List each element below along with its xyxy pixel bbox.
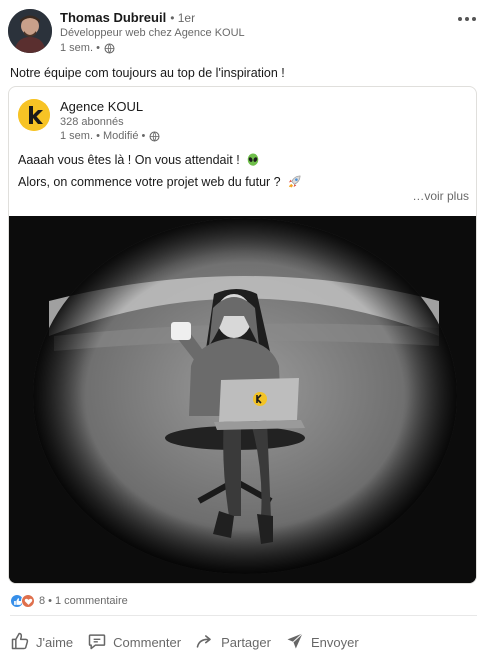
shared-text-line1: Aaaah vous êtes là ! On vous attendait ! — [18, 153, 240, 167]
alien-emoji-icon — [246, 153, 260, 173]
thumbs-up-icon — [10, 631, 36, 654]
send-icon — [285, 631, 311, 654]
connection-degree: • 1er — [170, 11, 196, 25]
love-icon — [21, 594, 35, 608]
like-button[interactable]: J'aime — [6, 626, 77, 658]
see-more-link[interactable]: …voir plus — [412, 189, 469, 203]
globe-icon — [149, 131, 160, 142]
share-button-label: Partager — [221, 634, 271, 650]
author-avatar[interactable] — [8, 9, 52, 53]
reactions-count[interactable]: 8 — [39, 595, 45, 607]
post-header: Thomas Dubreuil • 1er Développeur web ch… — [8, 8, 483, 56]
more-horizontal-icon — [457, 9, 477, 27]
post-meta: 1 sem. • — [60, 42, 245, 54]
post-commentary: Notre équipe com toujours au top de l'in… — [10, 66, 285, 80]
shared-post-time: 1 sem. • Modifié • — [60, 130, 146, 142]
social-counts[interactable]: 8 • 1 commentaire — [10, 594, 128, 608]
company-followers: 328 abonnés — [60, 116, 124, 128]
shared-post[interactable]: Agence KOUL 328 abonnés 1 sem. • Modifié… — [8, 86, 477, 584]
social-separator: • — [48, 595, 52, 607]
author-name[interactable]: Thomas Dubreuil — [60, 10, 166, 25]
shared-post-video[interactable] — [9, 216, 476, 583]
send-button[interactable]: Envoyer — [281, 626, 363, 658]
globe-icon — [104, 43, 115, 54]
company-logo[interactable] — [18, 99, 50, 131]
share-icon — [195, 631, 221, 654]
comment-icon — [87, 631, 113, 654]
share-button[interactable]: Partager — [191, 626, 275, 658]
shared-post-meta: 1 sem. • Modifié • — [60, 130, 160, 142]
comment-button[interactable]: Commenter — [83, 626, 185, 658]
company-name[interactable]: Agence KOUL — [60, 99, 160, 114]
comments-count[interactable]: 1 commentaire — [55, 595, 128, 607]
shared-text-line2: Alors, on commence votre projet web du f… — [18, 175, 281, 189]
action-bar: J'aime Commenter Partager Envoyer — [6, 626, 369, 658]
company-info: Agence KOUL 328 abonnés 1 sem. • Modifié… — [60, 99, 160, 142]
divider — [10, 615, 477, 616]
rocket-emoji-icon — [287, 174, 302, 195]
feed-post-card: Thomas Dubreuil • 1er Développeur web ch… — [0, 0, 491, 666]
post-time: 1 sem. • — [60, 42, 100, 54]
send-button-label: Envoyer — [310, 634, 359, 650]
author-info: Thomas Dubreuil • 1er Développeur web ch… — [60, 10, 245, 54]
author-headline: Développeur web chez Agence KOUL — [60, 27, 245, 39]
comment-button-label: Commenter — [113, 634, 182, 650]
like-button-label: J'aime — [36, 634, 74, 650]
shared-post-text: Aaaah vous êtes là ! On vous attendait !… — [18, 151, 302, 195]
more-options-button[interactable] — [453, 8, 481, 28]
